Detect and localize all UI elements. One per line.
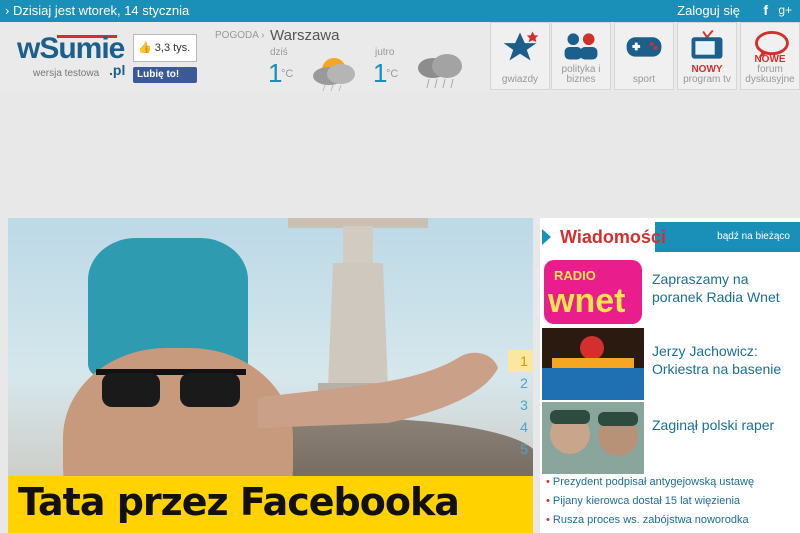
nav-stars[interactable]: gwiazdy: [490, 22, 550, 90]
facebook-icon[interactable]: f: [763, 2, 768, 18]
logo-domain: .pl: [109, 62, 126, 78]
news-title-text: Wiadomości: [560, 227, 666, 247]
weather-label[interactable]: POGODA ›: [215, 30, 264, 41]
news-link-list: Prezydent podpisał antygejowską ustawę P…: [540, 476, 800, 533]
news-item[interactable]: RADIO wnet Zapraszamy na poranek Radia W…: [540, 256, 800, 328]
tv-icon: [691, 29, 723, 59]
nav-sport-label: sport: [632, 74, 656, 85]
sun-cloud-icon: [313, 58, 355, 92]
nav-politics-label: polityka i biznes: [561, 64, 601, 85]
thumbs-up-icon: 👍: [138, 42, 152, 54]
hero-caption-text: Tata przez Facebooka: [18, 480, 460, 524]
news-item-text: Zapraszamy na poranek Radia Wnet: [652, 271, 780, 305]
thumb-text-radio: RADIO: [554, 268, 596, 283]
top-bar: › Dzisiaj jest wtorek, 14 stycznia Zalog…: [0, 0, 800, 22]
login-link[interactable]: Zaloguj się: [677, 3, 740, 18]
rapper-thumb: [542, 402, 644, 474]
gamepad-icon: [626, 37, 662, 57]
people-icon: [564, 33, 598, 60]
nav-sport[interactable]: sport: [614, 22, 674, 90]
logo-subtitle: wersja testowa: [33, 68, 100, 79]
news-item-text: Zaginął polski raper: [652, 417, 775, 433]
like-count-box: 👍 3,3 tys.: [133, 34, 197, 62]
news-header: Wiadomości bądź na bieżąco: [540, 222, 800, 252]
weather-city[interactable]: Warszawa: [270, 27, 339, 44]
weather-tomorrow-unit: °C: [386, 68, 399, 80]
google-plus-icon[interactable]: g+: [778, 3, 792, 17]
thumb-text-wnet: wnet: [547, 282, 625, 320]
news-item[interactable]: Jerzy Jachowicz: Orkiestra na basenie: [540, 328, 800, 400]
hero-caption[interactable]: Tata przez Facebooka: [8, 476, 533, 533]
nav-tv-label: NOWY program tv: [678, 65, 736, 85]
arrow-icon: [542, 229, 551, 245]
logo-text: wSumie: [17, 32, 125, 65]
weather-today-unit: °C: [281, 68, 294, 80]
nav-tv-text: program tv: [683, 74, 731, 85]
site-logo[interactable]: wSumie .pl wersja testowa: [17, 32, 126, 90]
nav-tv[interactable]: NOWY program tv: [677, 22, 737, 90]
radio-wnet-thumb: RADIO wnet: [542, 256, 644, 328]
pager-item[interactable]: 5: [508, 438, 533, 460]
weather-tomorrow-label: jutro: [375, 47, 395, 58]
news-title: Wiadomości: [540, 222, 666, 252]
hero-slider[interactable]: 1 2 3 4 5 Tata przez Facebooka: [8, 218, 533, 533]
nav-forum[interactable]: NOWE forum dyskusyjne: [740, 22, 800, 90]
like-count: 3,3 tys.: [154, 42, 191, 54]
news-link[interactable]: Pijany kierowca dostał 15 lat więzienia: [540, 495, 800, 514]
news-sidebar: Wiadomości bądź na bieżąco RADIO wnet Za…: [540, 218, 800, 533]
slider-pager: 1 2 3 4 5: [508, 350, 533, 468]
weather-today-label: dziś: [270, 47, 288, 58]
news-link[interactable]: Prezydent podpisał antygejowską ustawę: [540, 476, 800, 495]
facebook-like-label: Lubię to!: [137, 69, 180, 80]
nav-forum-label: NOWE forum dyskusyjne: [741, 55, 799, 85]
hand-image: [258, 352, 498, 428]
weather-widget: POGODA › Warszawa dziś jutro 1 °C 1 °C: [215, 26, 475, 92]
news-link[interactable]: Rusza proces ws. zabójstwa noworodka: [540, 514, 800, 533]
news-item-text: Jerzy Jachowicz: Orkiestra na basenie: [652, 343, 782, 377]
news-item[interactable]: Zaginął polski raper: [540, 402, 800, 474]
pager-item[interactable]: 4: [508, 416, 533, 438]
rain-cloud-icon: [418, 54, 462, 89]
pager-item[interactable]: 2: [508, 372, 533, 394]
date-text: › Dzisiaj jest wtorek, 14 stycznia: [5, 3, 190, 18]
nav-politics[interactable]: polityka i biznes: [551, 22, 611, 90]
pager-item[interactable]: 1: [508, 350, 533, 372]
nav-forum-text: forum dyskusyjne: [745, 64, 795, 85]
news-more-link[interactable]: bądź na bieżąco: [717, 231, 790, 242]
pager-item[interactable]: 3: [508, 394, 533, 416]
star-icon: [503, 31, 539, 61]
orchestra-thumb: [542, 328, 644, 400]
sunglasses-image: [96, 369, 246, 407]
facebook-like-button[interactable]: Lubię to!: [133, 67, 197, 83]
nav-stars-label: gwiazdy: [501, 74, 539, 85]
